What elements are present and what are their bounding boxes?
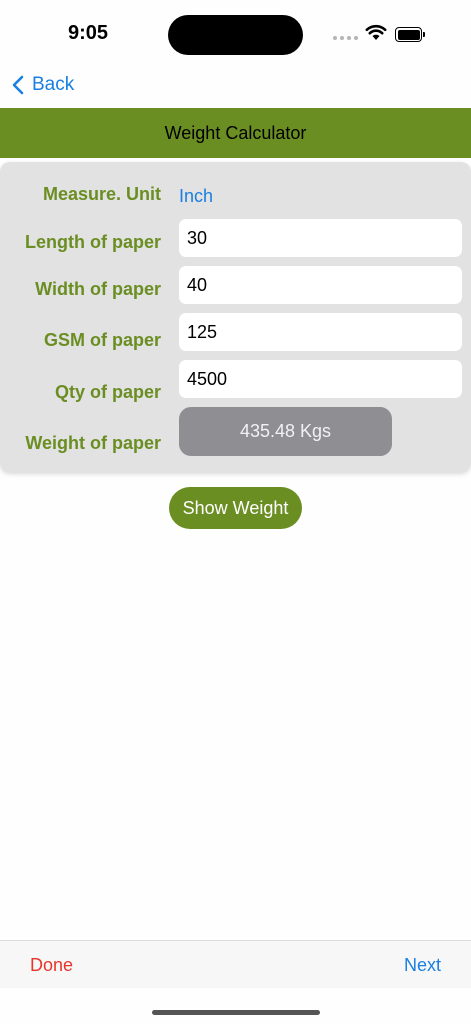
done-button[interactable]: Done xyxy=(30,955,73,976)
page-title: Weight Calculator xyxy=(164,122,307,143)
gsm-label: GSM of paper xyxy=(43,330,161,350)
wifi-icon xyxy=(365,24,387,40)
measure-unit-selector[interactable]: Inch xyxy=(179,186,213,207)
bottom-toolbar: Done Next xyxy=(0,940,471,988)
home-indicator xyxy=(152,1010,320,1015)
weight-result: 435.48 Kgs xyxy=(179,407,392,456)
back-button[interactable]: Back xyxy=(12,70,74,100)
back-label: Back xyxy=(32,74,75,95)
weight-label: Weight of paper xyxy=(25,433,161,453)
status-time: 9:05 xyxy=(68,22,109,44)
qty-label: Qty of paper xyxy=(54,382,161,402)
battery-icon xyxy=(395,27,426,42)
title-bar: Weight Calculator xyxy=(0,108,471,158)
measure-unit-label: Measure. Unit xyxy=(42,184,161,204)
width-input[interactable] xyxy=(179,266,462,304)
chevron-left-icon xyxy=(12,75,24,95)
dynamic-island xyxy=(168,15,303,55)
width-label: Width of paper xyxy=(35,279,161,299)
length-label: Length of paper xyxy=(25,232,161,252)
cellular-signal-icon xyxy=(333,36,358,40)
gsm-input[interactable] xyxy=(179,313,462,351)
qty-input[interactable] xyxy=(179,360,462,398)
calculator-form: Measure. Unit Inch Length of paper Width… xyxy=(0,162,471,472)
next-button[interactable]: Next xyxy=(404,955,441,976)
show-weight-button[interactable]: Show Weight xyxy=(169,487,302,529)
screen: 9:05 Back Weight Calculator Measure. Uni… xyxy=(0,0,471,1024)
length-input[interactable] xyxy=(179,219,462,257)
